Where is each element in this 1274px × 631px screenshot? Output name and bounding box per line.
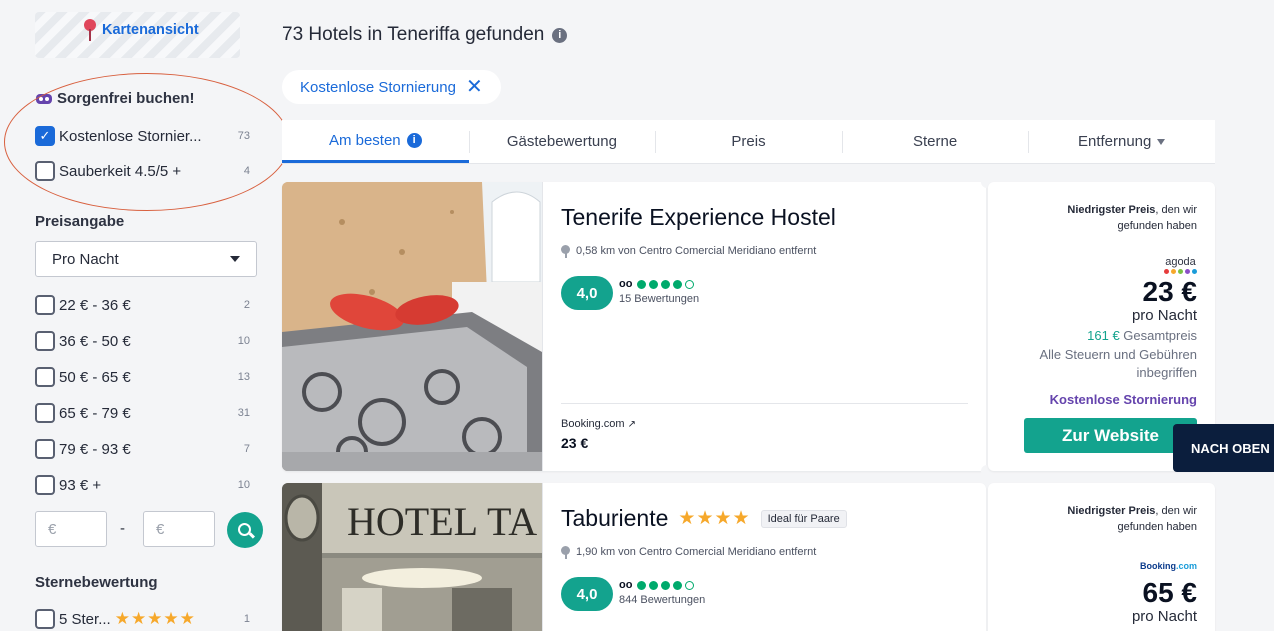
hotel-card[interactable]: HOTEL TA Taburiente ★★★★ Ideal für Paare…: [282, 483, 986, 631]
rating-bubble-icon: [673, 279, 683, 289]
taxes-note: Alle Steuern und Gebühren inbegriffen: [1039, 347, 1197, 380]
tab-best[interactable]: Am besten i: [282, 120, 469, 163]
apply-price-button[interactable]: [227, 512, 263, 548]
stars-title: Sternebewertung: [35, 574, 158, 591]
hotel-photo[interactable]: HOTEL TA: [282, 483, 542, 631]
price-range-option[interactable]: 22 € - 36 € 2: [35, 294, 250, 316]
svg-text:TA: TA: [487, 499, 537, 544]
per-night-label: pro Nacht: [1131, 307, 1197, 324]
chevron-down-icon: [230, 256, 240, 262]
range-separator: -: [120, 520, 125, 537]
star-filter-option[interactable]: 5 Ster... ★★★★★ 1: [35, 608, 250, 630]
tab-price[interactable]: Preis: [655, 120, 842, 163]
checkbox[interactable]: [35, 609, 55, 629]
agoda-logo: agoda: [1164, 256, 1197, 274]
map-pin-icon: [84, 19, 96, 41]
rating-bubble-icon: [661, 279, 671, 289]
rating-bubble-icon: [637, 580, 647, 590]
hotel-card[interactable]: Tenerife Experience Hostel 0,58 km von C…: [282, 182, 986, 471]
external-link-icon: ↗: [627, 419, 637, 430]
lowest-price-note: Niedrigster Preis, den wir gefunden habe…: [1067, 204, 1197, 232]
checkbox[interactable]: [35, 367, 55, 387]
tab-distance[interactable]: Entfernung: [1028, 120, 1215, 163]
rating-bubble-icon: [649, 580, 659, 590]
location-pin-icon: [561, 545, 570, 559]
chevron-down-icon: [1157, 138, 1166, 145]
tripadvisor-owl-icon: oo: [619, 278, 633, 290]
hotel-info: Taburiente ★★★★ Ideal für Paare 1,90 km …: [542, 483, 986, 631]
tripadvisor-rating: oo 15 Bewertungen: [619, 278, 700, 305]
distance-info: 1,90 km von Centro Comercial Meridiano e…: [561, 545, 816, 559]
search-icon: [237, 522, 251, 536]
per-night-label: pro Nacht: [1131, 608, 1197, 625]
rating-bubble-empty-icon: [685, 279, 695, 289]
sort-tabs: Am besten i Gästebewertung Preis Sterne …: [282, 120, 1215, 164]
min-price-input[interactable]: €: [35, 511, 107, 547]
offer-card: Niedrigster Preis, den wir gefunden habe…: [988, 483, 1215, 631]
svg-text:HOTEL: HOTEL: [347, 499, 478, 544]
rating-bubble-icon: [673, 580, 683, 590]
filter-sidebar: Kartenansicht Sorgenfrei buchen! ✓ Koste…: [0, 0, 290, 631]
checkbox[interactable]: [35, 439, 55, 459]
price-range-option[interactable]: 65 € - 79 € 31: [35, 402, 250, 424]
lowest-price-note: Niedrigster Preis, den wir gefunden habe…: [1067, 505, 1197, 533]
tab-stars[interactable]: Sterne: [841, 120, 1029, 163]
offer-price: 23 €: [1142, 276, 1198, 307]
free-cancellation-badge: Kostenlose Stornierung: [1049, 392, 1197, 407]
checkbox[interactable]: [35, 403, 55, 423]
distance-info: 0,58 km von Centro Comercial Meridiano e…: [561, 244, 816, 258]
rating-badge: 4,0: [561, 276, 613, 310]
close-icon[interactable]: ✕: [466, 77, 483, 97]
price-range-option[interactable]: 79 € - 93 € 7: [35, 438, 250, 460]
price-range-option[interactable]: 50 € - 65 € 13: [35, 366, 250, 388]
total-price: 161 € Gesamtpreis: [1087, 328, 1197, 343]
tab-guest-rating[interactable]: Gästebewertung: [468, 120, 656, 163]
map-view-label: Kartenansicht: [102, 22, 199, 38]
hotel-photo[interactable]: [282, 182, 542, 471]
page: Kartenansicht Sorgenfrei buchen! ✓ Koste…: [0, 0, 1274, 631]
rating-bubble-icon: [649, 279, 659, 289]
hotel-name[interactable]: Taburiente ★★★★ Ideal für Paare: [561, 505, 847, 532]
info-icon[interactable]: i: [552, 27, 568, 43]
price-range-option[interactable]: 93 € + 10: [35, 474, 250, 496]
active-filter-chip[interactable]: Kostenlose Stornierung ✕: [282, 70, 501, 104]
results-title: 73 Hotels in Teneriffa gefunden i: [282, 24, 568, 46]
tripadvisor-owl-icon: oo: [619, 579, 633, 591]
divider: [561, 403, 968, 404]
location-pin-icon: [561, 244, 570, 258]
hotel-info: Tenerife Experience Hostel 0,58 km von C…: [542, 182, 986, 471]
rating-bubble-icon: [661, 580, 671, 590]
annotation-circle: [4, 73, 290, 211]
checkbox[interactable]: [35, 295, 55, 315]
hotel-name[interactable]: Tenerife Experience Hostel: [561, 204, 836, 231]
price-title: Preisangabe: [35, 213, 125, 230]
provider-link[interactable]: Booking.com ↗: [561, 418, 636, 430]
booking-logo: Booking.com: [1139, 561, 1197, 571]
star-rating-icons: ★★★★: [678, 508, 751, 529]
go-to-website-button[interactable]: Zur Website: [1024, 418, 1197, 453]
map-view-link[interactable]: Kartenansicht: [84, 19, 199, 41]
offer-price: 65 €: [1142, 577, 1198, 608]
back-to-top-button[interactable]: NACH OBEN: [1173, 424, 1274, 472]
checkbox[interactable]: [35, 475, 55, 495]
max-price-input[interactable]: €: [143, 511, 215, 547]
price-range-option[interactable]: 36 € - 50 € 10: [35, 330, 250, 352]
rating-bubble-empty-icon: [685, 580, 695, 590]
info-icon: i: [406, 132, 422, 148]
rating-bubble-icon: [637, 279, 647, 289]
checkbox[interactable]: [35, 331, 55, 351]
price-mode-select[interactable]: Pro Nacht: [35, 241, 257, 277]
rating-badge: 4,0: [561, 577, 613, 611]
star-rating-icons: ★★★★★: [114, 609, 196, 628]
tripadvisor-rating: oo 844 Bewertungen: [619, 579, 706, 606]
provider-price: 23 €: [561, 435, 589, 451]
hotel-tag: Ideal für Paare: [760, 509, 847, 528]
